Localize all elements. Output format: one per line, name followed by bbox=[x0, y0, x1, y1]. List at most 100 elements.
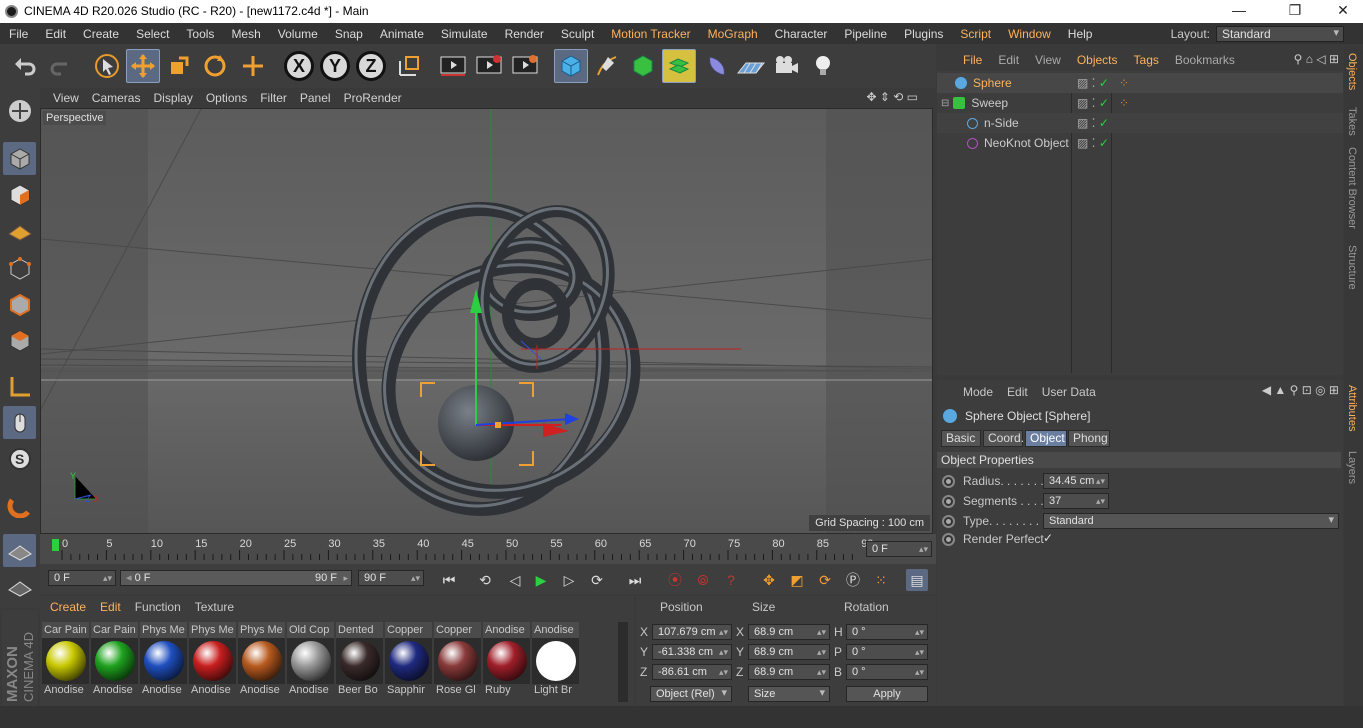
snap-icon[interactable] bbox=[3, 488, 36, 521]
x-axis-lock-icon[interactable]: X bbox=[284, 51, 314, 81]
render-perfect-checkbox[interactable]: ✓ bbox=[1043, 531, 1053, 545]
menu-mograph[interactable]: MoGraph bbox=[699, 27, 766, 41]
attr-menu-mode[interactable]: Mode bbox=[963, 385, 993, 399]
sphere-tag-icon[interactable]: ⁘ bbox=[1119, 76, 1129, 90]
close-icon[interactable]: ✕ bbox=[1328, 2, 1358, 19]
radius-field[interactable]: 34.45 cm ▴▾ bbox=[1043, 473, 1109, 489]
go-to-end-icon[interactable]: ⏭ bbox=[624, 569, 646, 591]
render-settings-icon[interactable] bbox=[508, 49, 542, 83]
menu-volume[interactable]: Volume bbox=[269, 27, 326, 41]
coordinate-system-icon[interactable] bbox=[392, 49, 426, 83]
menu-render[interactable]: Render bbox=[496, 27, 552, 41]
viewport-menu-options[interactable]: Options bbox=[206, 91, 247, 105]
type-animate-icon[interactable] bbox=[942, 515, 955, 528]
viewport-perspective[interactable]: Perspective Y Z X Grid Spacing : 100 cm bbox=[40, 108, 933, 534]
menu-help[interactable]: Help bbox=[1059, 27, 1101, 41]
material-swatch[interactable]: Phys Me Anodise bbox=[189, 622, 236, 696]
menu-snap[interactable]: Snap bbox=[326, 27, 371, 41]
autokey-icon[interactable]: ⦾ bbox=[692, 569, 714, 591]
pen-spline-icon[interactable] bbox=[590, 49, 624, 83]
previous-frame-icon[interactable]: ◁ bbox=[504, 569, 526, 591]
tab-object[interactable]: Object bbox=[1025, 430, 1067, 447]
object-search-icon[interactable]: ⚲ ⌂ ◁ ⊞ bbox=[1294, 52, 1339, 66]
coord-size-mode-dropdown[interactable]: Size bbox=[748, 686, 830, 702]
key-rotation-icon[interactable]: ⟳ bbox=[814, 569, 836, 591]
make-editable-icon[interactable] bbox=[3, 94, 36, 127]
attr-nav-icon[interactable]: ◀ ▲ ⚲ ⊡ ◎ ⊞ bbox=[1262, 383, 1339, 397]
maximize-icon[interactable]: ❐ bbox=[1280, 2, 1310, 19]
material-swatch[interactable]: Dented Beer Bo bbox=[336, 622, 383, 696]
apply-button[interactable]: Apply bbox=[846, 686, 928, 702]
timeline-ruler[interactable]: 051015202530354045505560657075808590 0 F… bbox=[40, 534, 936, 564]
tweak-mode-icon[interactable] bbox=[3, 406, 36, 439]
pos-z-field[interactable]: -86.61 cm ▴▾ bbox=[652, 664, 732, 680]
object-row-neoknot[interactable]: NeoKnot Object ▨ ⁚ ✓ bbox=[937, 133, 1343, 153]
material-swatch[interactable]: Copper Sapphir bbox=[385, 622, 432, 696]
material-scrollbar[interactable] bbox=[618, 622, 628, 702]
tab-takes-vertical[interactable]: Takes bbox=[1346, 107, 1358, 136]
texture-mode-icon[interactable] bbox=[3, 178, 36, 211]
viewport-menu-display[interactable]: Display bbox=[153, 91, 192, 105]
render-view-icon[interactable] bbox=[436, 49, 470, 83]
floor-icon[interactable] bbox=[734, 49, 768, 83]
tab-objects-vertical[interactable]: Objects bbox=[1346, 53, 1358, 90]
material-menu-edit[interactable]: Edit bbox=[100, 600, 121, 614]
cube-icon[interactable] bbox=[554, 49, 588, 83]
next-frame-icon[interactable]: ▷ bbox=[558, 569, 580, 591]
light-icon[interactable] bbox=[806, 49, 840, 83]
sweep-visibility-icon[interactable]: ▨ ⁚ ✓ bbox=[1077, 96, 1109, 110]
viewport-menu-cameras[interactable]: Cameras bbox=[92, 91, 141, 105]
menu-plugins[interactable]: Plugins bbox=[895, 27, 951, 41]
material-menu-function[interactable]: Function bbox=[135, 600, 181, 614]
sweep-tag-icon[interactable]: ⁘ bbox=[1119, 96, 1129, 110]
menu-motion-tracker[interactable]: Motion Tracker bbox=[602, 27, 698, 41]
workplane-mode-icon[interactable] bbox=[3, 214, 36, 247]
material-menu-texture[interactable]: Texture bbox=[195, 600, 234, 614]
radius-animate-icon[interactable] bbox=[942, 475, 955, 488]
rotate-icon[interactable] bbox=[198, 49, 232, 83]
go-to-start-icon[interactable]: ⏮ bbox=[438, 569, 460, 591]
menu-script[interactable]: Script bbox=[951, 27, 999, 41]
current-frame-field[interactable]: 0 F ▴▾ bbox=[866, 541, 932, 557]
material-swatch[interactable]: Phys Me Anodise bbox=[140, 622, 187, 696]
tab-content-browser-vertical[interactable]: Content Browser bbox=[1346, 147, 1358, 229]
segments-field[interactable]: 37 ▴▾ bbox=[1043, 493, 1109, 509]
object-menu-tags[interactable]: Tags bbox=[1134, 53, 1159, 67]
camera-icon[interactable] bbox=[770, 49, 804, 83]
viewport-nav-icon[interactable]: ✥ ⇕ ⟲ ▭ bbox=[866, 90, 918, 104]
attr-menu-edit[interactable]: Edit bbox=[1007, 385, 1028, 399]
segments-animate-icon[interactable] bbox=[942, 495, 955, 508]
redo-icon[interactable] bbox=[44, 49, 78, 83]
tab-basic[interactable]: Basic bbox=[941, 430, 981, 447]
material-swatch[interactable]: Car Pain Anodise bbox=[42, 622, 89, 696]
menu-mesh[interactable]: Mesh bbox=[222, 27, 268, 41]
menu-sculpt[interactable]: Sculpt bbox=[552, 27, 602, 41]
object-row-nside[interactable]: n-Side ▨ ⁚ ✓ bbox=[937, 113, 1343, 133]
key-scale-icon[interactable]: ◩ bbox=[786, 569, 808, 591]
edges-mode-icon[interactable] bbox=[3, 288, 36, 321]
live-selection-icon[interactable] bbox=[90, 49, 124, 83]
key-parameter-icon[interactable]: Ⓟ bbox=[842, 569, 864, 591]
rot-h-field[interactable]: 0 ° ▴▾ bbox=[846, 624, 928, 640]
points-mode-icon[interactable] bbox=[3, 252, 36, 285]
menu-character[interactable]: Character bbox=[766, 27, 836, 41]
key-position-icon[interactable]: ✥ bbox=[758, 569, 780, 591]
viewport-menu-view[interactable]: View bbox=[53, 91, 79, 105]
pos-y-field[interactable]: -61.338 cm ▴▾ bbox=[652, 644, 732, 660]
scale-icon[interactable] bbox=[162, 49, 196, 83]
material-swatch[interactable]: Phys Me Anodise bbox=[238, 622, 285, 696]
menu-animate[interactable]: Animate bbox=[371, 27, 432, 41]
size-x-field[interactable]: 68.9 cm ▴▾ bbox=[748, 624, 830, 640]
material-swatch[interactable]: Old Cop Anodise bbox=[287, 622, 334, 696]
model-mode-icon[interactable] bbox=[3, 142, 36, 175]
attr-menu-user-data[interactable]: User Data bbox=[1042, 385, 1096, 399]
object-menu-view[interactable]: View bbox=[1035, 53, 1061, 67]
size-y-field[interactable]: 68.9 cm ▴▾ bbox=[748, 644, 830, 660]
key-pla-icon[interactable]: ⁙ bbox=[870, 569, 892, 591]
size-z-field[interactable]: 68.9 cm ▴▾ bbox=[748, 664, 830, 680]
rot-b-field[interactable]: 0 ° ▴▾ bbox=[846, 664, 928, 680]
axis-mode-icon[interactable] bbox=[3, 370, 36, 403]
tab-layers-vertical[interactable]: Layers bbox=[1346, 451, 1358, 484]
end-frame-field[interactable]: 90 F ▴▾ bbox=[358, 570, 424, 586]
render-perfect-animate-icon[interactable] bbox=[942, 533, 955, 546]
